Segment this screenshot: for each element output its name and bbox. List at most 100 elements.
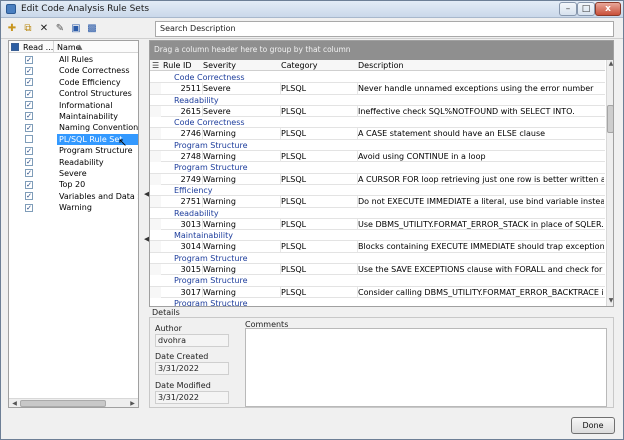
rule-set-item[interactable]: ✓ All Rules [9, 54, 138, 65]
rule-set-checkbox[interactable]: ✓ [25, 78, 33, 87]
grid-line [202, 196, 203, 208]
rule-set-checkbox[interactable]: ✓ [25, 192, 33, 201]
save-icon[interactable]: ▣ [69, 22, 83, 36]
grid-line [280, 128, 281, 140]
rule-set-item[interactable]: ✓ Maintainability [9, 111, 138, 122]
severity-column-header[interactable]: Severity [203, 61, 236, 70]
scroll-left-icon[interactable]: ◀ [10, 400, 19, 407]
grid-line [357, 264, 358, 276]
rule-id-cell: 2751 [180, 197, 201, 207]
close-button[interactable]: x [595, 2, 621, 16]
rule-set-name: Naming Conventions [59, 123, 138, 133]
rule-set-item[interactable]: ✓ Naming Conventions [9, 122, 138, 133]
delete-icon[interactable]: ✕ [37, 22, 51, 36]
copy-icon[interactable]: ⧉ [21, 22, 35, 36]
row-indicator [150, 151, 161, 163]
description-cell: Blocks containing EXECUTE IMMEDIATE shou… [358, 242, 604, 252]
table-row[interactable]: 3015 Warning PLSQL Use the SAVE EXCEPTIONS … [150, 264, 605, 276]
rule-set-item[interactable]: ✓ Code Efficiency [9, 77, 138, 88]
date-modified-field: 3/31/2022 [155, 391, 229, 404]
rule-set-item[interactable]: ✓ Readability [9, 157, 138, 168]
rule-set-item[interactable]: ✓ Control Structures [9, 88, 138, 99]
group-label: Maintainability [174, 231, 233, 241]
grid-line [280, 83, 281, 95]
group-row[interactable]: Program Structure [150, 140, 605, 152]
comments-field[interactable] [245, 328, 607, 407]
rule-set-checkbox[interactable]: ✓ [25, 146, 33, 155]
rule-set-name: Maintainability [59, 111, 118, 121]
group-row[interactable]: Readability [150, 208, 605, 219]
title-bar[interactable]: Edit Code Analysis Rule Sets – □ x [1, 1, 623, 18]
scrollbar-thumb[interactable] [607, 105, 613, 133]
severity-cell: Warning [203, 197, 236, 207]
rule-set-item[interactable]: ✓ Severe [9, 168, 138, 179]
table-row[interactable]: 2746 Warning PLSQL A CASE statement should … [150, 128, 605, 140]
rule-set-checkbox[interactable]: ✓ [25, 101, 33, 110]
scroll-up-icon[interactable]: ▲ [607, 60, 613, 68]
edit-icon[interactable]: ✎ [53, 22, 67, 36]
group-row[interactable]: Program Structure [150, 275, 605, 287]
select-all-checkbox[interactable] [11, 43, 19, 51]
save-as-icon[interactable]: ▩ [85, 22, 99, 36]
maximize-button[interactable]: □ [577, 2, 595, 16]
group-row[interactable]: Code Correctness [150, 72, 605, 84]
vertical-scrollbar[interactable]: ▲ ▼ [606, 60, 613, 306]
group-row[interactable]: Maintainability [150, 230, 605, 242]
rule-set-item[interactable]: ✓ Warning [9, 202, 138, 213]
scrollbar-thumb[interactable] [20, 400, 106, 407]
search-input[interactable]: Search Description [155, 21, 614, 37]
grid-line [280, 151, 281, 163]
group-row[interactable]: Program Structure [150, 162, 605, 174]
group-row[interactable]: Program Structure [150, 253, 605, 265]
rule-set-checkbox[interactable] [25, 135, 33, 144]
group-by-area[interactable]: Drag a column header here to group by th… [150, 41, 613, 60]
table-row[interactable]: 2751 Warning PLSQL Do not EXECUTE IMMEDIATE… [150, 196, 605, 208]
table-row[interactable]: 2615 Severe PLSQL Ineffective check SQL%NOT… [150, 105, 605, 118]
description-cell: Do not EXECUTE IMMEDIATE a literal, use … [358, 197, 604, 207]
rule-set-checkbox[interactable]: ✓ [25, 180, 33, 189]
new-icon[interactable]: ✚ [5, 22, 19, 36]
rule-set-name: Top 20 [59, 180, 86, 190]
grid-line [357, 128, 358, 140]
grid-line [357, 173, 358, 185]
column-chooser-icon[interactable]: ☰ [152, 61, 159, 70]
rule-set-item[interactable]: ✓ Informational [9, 100, 138, 111]
rule-set-name: Code Correctness [59, 66, 130, 76]
rule-set-item[interactable]: ✓ Code Correctness [9, 65, 138, 76]
scroll-right-icon[interactable]: ▶ [128, 400, 137, 407]
category-column-header[interactable]: Category [281, 61, 318, 70]
table-row[interactable]: 3017 Warning PLSQL Consider calling DBMS_UT… [150, 286, 605, 298]
minimize-button[interactable]: – [559, 2, 577, 16]
group-row[interactable]: Readability [150, 95, 605, 106]
read-column-header[interactable]: Read ... [23, 43, 53, 52]
rule-set-checkbox[interactable]: ✓ [25, 66, 33, 75]
rule-set-item[interactable]: ✓ Top 20 [9, 179, 138, 190]
table-row[interactable]: 2749 Warning PLSQL A CURSOR FOR loop retrie… [150, 173, 605, 185]
rule-id-column-header[interactable]: Rule ID [163, 61, 191, 70]
description-column-header[interactable]: Description [358, 61, 404, 70]
group-row[interactable]: Efficiency [150, 185, 605, 197]
group-row[interactable]: Program Structure [150, 298, 605, 306]
rule-set-checkbox[interactable]: ✓ [25, 123, 33, 132]
rule-set-checkbox[interactable]: ✓ [25, 203, 33, 212]
rule-set-checkbox[interactable]: ✓ [25, 158, 33, 167]
table-row[interactable]: 3013 Warning PLSQL Use DBMS_UTILITY.FORMAT_… [150, 218, 605, 231]
grid-line [202, 241, 203, 253]
rule-set-item[interactable]: ✓ Variables and Data Structures [9, 191, 138, 202]
table-row[interactable]: 2748 Warning PLSQL Avoid using CONTINUE in … [150, 151, 605, 163]
done-button[interactable]: Done [571, 417, 615, 434]
rule-set-checkbox[interactable]: ✓ [25, 89, 33, 98]
rule-set-checkbox[interactable]: ✓ [25, 55, 33, 64]
rule-id-cell: 3013 [180, 219, 201, 229]
rule-set-checkbox[interactable]: ✓ [25, 112, 33, 121]
grid-line [280, 241, 281, 253]
table-row[interactable]: 3014 Warning PLSQL Blocks containing EXECUT… [150, 241, 605, 253]
horizontal-scrollbar[interactable]: ◀ ▶ [9, 398, 138, 407]
rule-id-cell: 2511 [180, 84, 201, 94]
group-row[interactable]: Code Correctness [150, 117, 605, 129]
scroll-down-icon[interactable]: ▼ [607, 297, 613, 305]
table-row[interactable]: 2511 Severe PLSQL Never handle unnamed exce… [150, 83, 605, 95]
rule-set-checkbox[interactable]: ✓ [25, 169, 33, 178]
rule-set-name: All Rules [59, 55, 94, 64]
category-cell: PLSQL [281, 265, 307, 275]
